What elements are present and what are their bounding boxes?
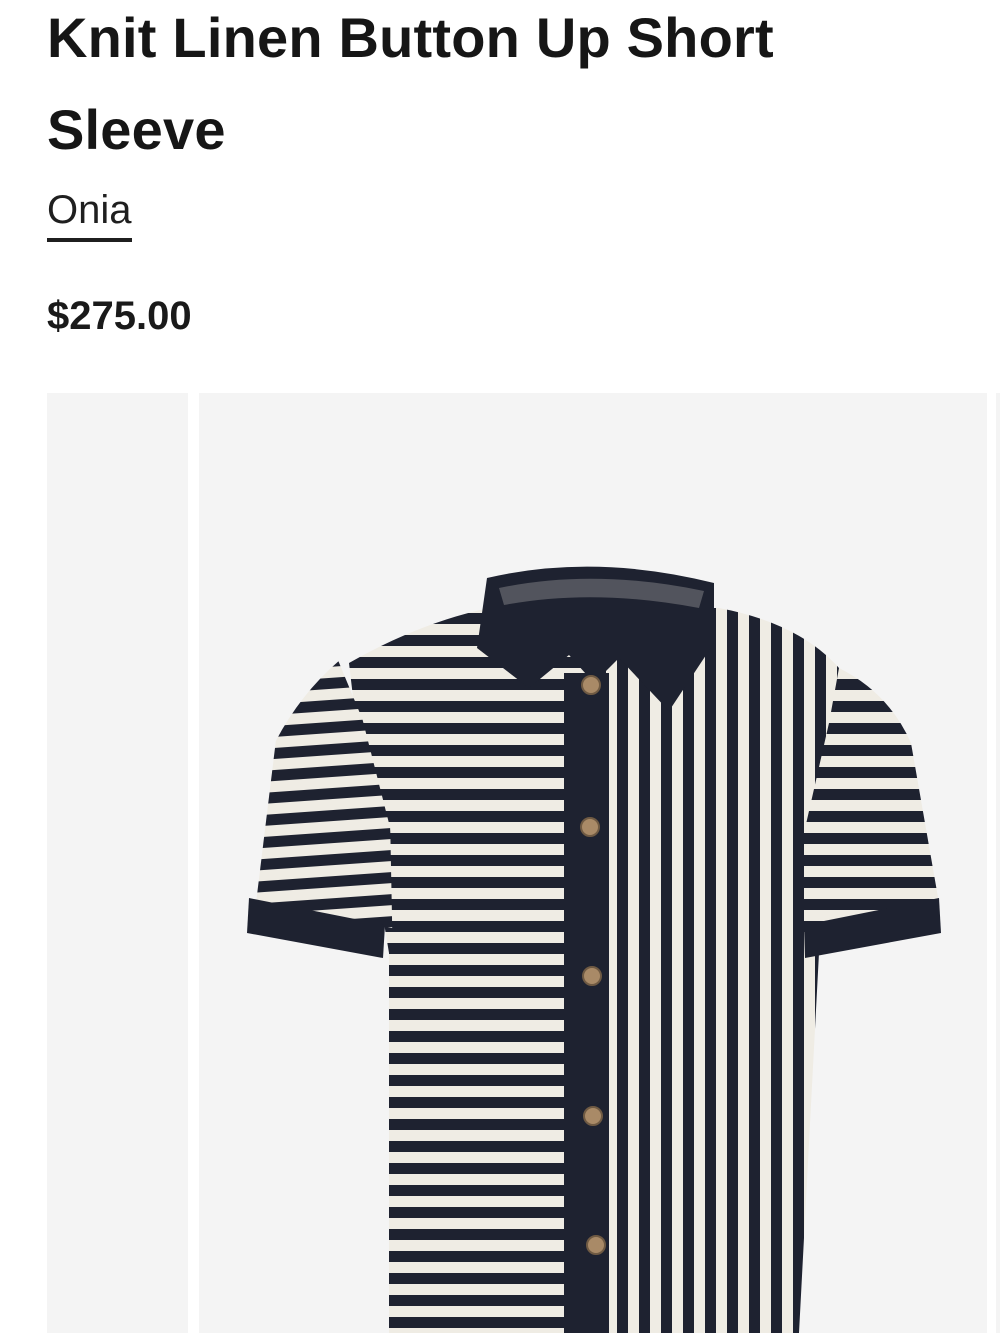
next-image-edge xyxy=(996,393,1000,1333)
product-thumbnail[interactable] xyxy=(47,393,188,1333)
product-main-image[interactable] xyxy=(199,393,987,1333)
product-price: $275.00 xyxy=(47,294,192,338)
brand-link[interactable]: Onia xyxy=(47,184,132,242)
product-title: Knit Linen Button Up Short Sleeve xyxy=(47,6,774,161)
striped-knit-shirt-icon xyxy=(238,566,941,1333)
